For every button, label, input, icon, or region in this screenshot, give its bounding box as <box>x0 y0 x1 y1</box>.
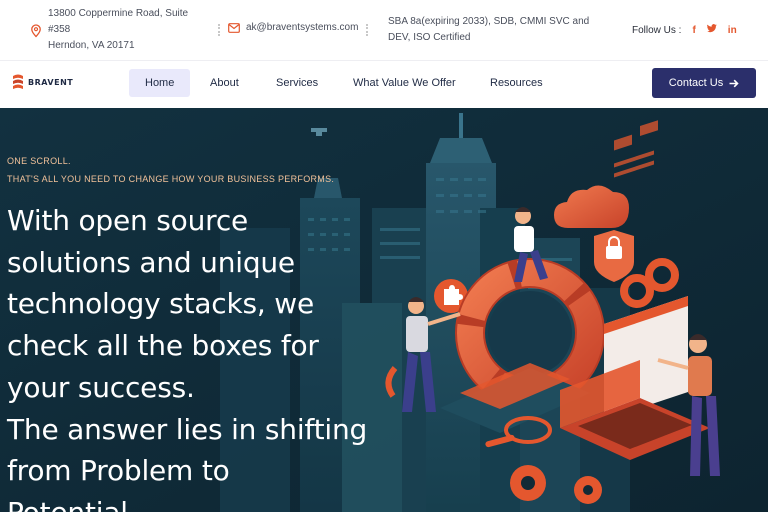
certifications-line-1: SBA 8a(expiring 2033), SDB, CMMI SVC and <box>388 16 590 27</box>
brand-logo[interactable]: BRAVENT <box>12 73 73 91</box>
address-line-3: Herndon, VA 20171 <box>48 40 135 51</box>
arrow-right-icon <box>729 79 739 87</box>
hero-headline-line: from Problem to <box>7 454 230 488</box>
hero-kicker-line-2: THAT'S ALL YOU NEED TO CHANGE HOW YOUR B… <box>7 174 335 184</box>
main-navigation: BRAVENT Home About Services What Value W… <box>0 60 768 108</box>
divider <box>366 24 368 36</box>
hero-headline-line: check all the boxes for <box>7 329 319 363</box>
hero-headline-line: solutions and unique <box>7 245 295 279</box>
divider <box>218 24 220 36</box>
top-info-bar: 13800 Coppermine Road, Suite #358 Herndo… <box>0 0 768 60</box>
mail-icon <box>228 22 240 33</box>
contact-us-button[interactable]: Contact Us <box>652 68 756 98</box>
twitter-icon[interactable] <box>706 24 717 36</box>
hero-headline-line: technology stacks, we <box>7 287 315 321</box>
nav-item-home[interactable]: Home <box>129 69 191 97</box>
hero-section: ONE SCROLL. THAT'S ALL YOU NEED TO CHANG… <box>0 108 768 512</box>
nav-item-about[interactable]: About <box>194 69 255 97</box>
nav-item-services[interactable]: Services <box>260 69 334 97</box>
address-line-2: #358 <box>48 24 71 35</box>
email-text[interactable]: ak@braventsystems.com <box>246 22 358 33</box>
logo-text: BRAVENT <box>28 77 74 87</box>
hero-headline-line: With open source <box>7 204 249 237</box>
hero-headline-line: your success. <box>7 370 195 404</box>
hero-headline-line: The answer lies in shifting <box>7 412 368 446</box>
email-link[interactable]: ak@braventsystems.com <box>228 22 358 33</box>
hero-headline: With open source solutions and unique te… <box>7 200 407 512</box>
certifications-line-2: DEV, ISO Certified <box>388 32 471 43</box>
location-pin-icon <box>31 24 41 38</box>
linkedin-icon[interactable]: in <box>728 25 737 36</box>
contact-us-label[interactable]: Contact Us <box>669 77 723 89</box>
address-block: 13800 Coppermine Road, Suite #358 Herndo… <box>30 6 198 54</box>
bravent-logo-icon <box>13 74 23 89</box>
address-line-1: 13800 Coppermine Road, Suite <box>48 8 189 19</box>
nav-item-what-value-we-offer[interactable]: What Value We Offer <box>337 69 472 97</box>
nav-item-resources[interactable]: Resources <box>474 69 559 97</box>
hero-headline-line: Potential <box>7 492 407 512</box>
certifications-text: SBA 8a(expiring 2033), SDB, CMMI SVC and… <box>388 14 598 46</box>
hero-kicker-line-1: ONE SCROLL. <box>7 156 71 166</box>
facebook-icon[interactable]: f <box>692 25 695 36</box>
follow-us: Follow Us : f in <box>632 24 737 36</box>
follow-us-label: Follow Us : <box>632 24 682 36</box>
